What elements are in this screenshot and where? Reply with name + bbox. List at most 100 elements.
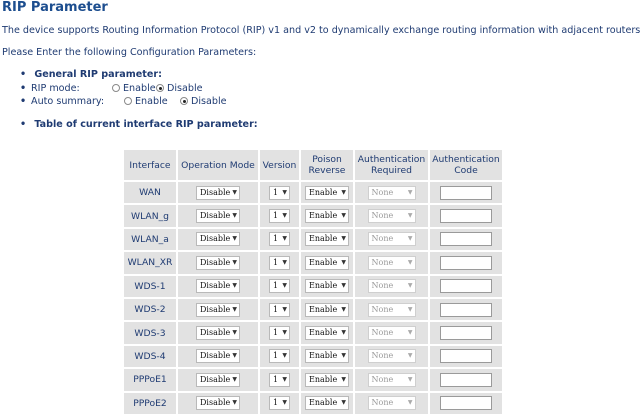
auth-required-select[interactable]: None ▼ [367,279,416,294]
auth-code-input[interactable] [440,349,492,364]
poison-reverse-select[interactable]: Enable ▼ [305,302,349,317]
auth-code-input[interactable] [440,396,492,411]
rip-mode-enable-radio[interactable] [112,84,120,92]
interface-name: WLAN_XR [127,257,173,269]
operation-mode-select[interactable]: Disable ▼ [196,372,240,387]
auth-required-select[interactable]: None ▼ [367,326,416,341]
operation-mode-select[interactable]: Disable ▼ [196,185,240,200]
auto-summary-disable-option[interactable]: Disable [180,96,227,107]
interface-name: WDS-4 [134,350,166,362]
chevron-down-icon: ▼ [282,305,287,313]
poison-reverse-select[interactable]: Enable ▼ [305,396,349,411]
chevron-down-icon: ▼ [232,375,237,383]
chevron-down-icon: ▼ [341,235,346,243]
poison-reverse-select[interactable]: Enable ▼ [305,255,349,270]
version-cell: 1 ▼ [260,392,299,414]
chevron-down-icon: ▼ [341,282,346,290]
chevron-down-icon: ▼ [341,305,346,313]
version-select[interactable]: 1 ▼ [269,372,290,387]
version-select[interactable]: 1 ▼ [269,185,290,200]
rip-mode-enable-option[interactable]: Enable [112,83,156,94]
auth-code-cell [430,322,502,344]
auth-required-select[interactable]: None ▼ [367,185,416,200]
operation-mode-select[interactable]: Disable ▼ [196,302,240,317]
operation-mode-select[interactable]: Disable ▼ [196,326,240,341]
auth-code-input[interactable] [440,209,492,224]
auth-code-input[interactable] [440,232,492,247]
operation-mode-select[interactable]: Disable ▼ [196,349,240,364]
poison-reverse-select[interactable]: Enable ▼ [305,232,349,247]
auth-code-input[interactable] [440,302,492,317]
operation-mode-cell: Disable ▼ [178,228,258,251]
auth-required-select[interactable]: None ▼ [367,232,416,247]
version-select[interactable]: 1 ▼ [269,279,290,294]
version-select[interactable]: 1 ▼ [269,349,290,364]
operation-mode-cell: Disable ▼ [178,275,258,297]
auth-code-cell [430,345,502,368]
auth-required-cell: None ▼ [355,369,428,391]
chevron-down-icon: ▼ [407,235,413,243]
auth-required-cell: None ▼ [355,228,428,251]
interface-name: WDS-1 [134,280,166,292]
version-cell: 1 ▼ [260,252,299,274]
interface-name-cell: WAN [124,182,176,204]
version-cell: 1 ▼ [260,275,299,297]
col-operation-mode: Operation Mode [178,150,258,180]
auth-code-input[interactable] [440,372,492,387]
version-select[interactable]: 1 ▼ [269,302,290,317]
chevron-down-icon: ▼ [232,305,237,313]
auth-required-select[interactable]: None ▼ [367,255,416,270]
poison-reverse-select[interactable]: Enable ▼ [305,349,349,364]
auth-required-select[interactable]: None ▼ [367,372,416,387]
general-rip-heading: General RIP parameter: [20,69,162,80]
auth-code-input[interactable] [440,255,492,270]
auto-summary-enable-radio[interactable] [124,97,132,105]
interface-name: WDS-2 [134,304,166,316]
operation-mode-cell: Disable ▼ [178,322,258,344]
poison-reverse-select[interactable]: Enable ▼ [305,185,349,200]
operation-mode-select[interactable]: Disable ▼ [196,255,240,270]
chevron-down-icon: ▼ [232,258,237,266]
rip-mode-disable-radio[interactable] [156,84,164,92]
operation-mode-select[interactable]: Disable ▼ [196,279,240,294]
version-select[interactable]: 1 ▼ [269,232,290,247]
auth-required-cell: None ▼ [355,345,428,368]
auth-code-input[interactable] [440,185,492,200]
version-select[interactable]: 1 ▼ [269,326,290,341]
chevron-down-icon: ▼ [341,188,346,196]
auto-summary-enable-option[interactable]: Enable [124,96,168,107]
version-select[interactable]: 1 ▼ [269,209,290,224]
operation-mode-cell: Disable ▼ [178,298,258,321]
version-select[interactable]: 1 ▼ [269,396,290,411]
chevron-down-icon: ▼ [282,258,287,266]
interface-name: WDS-3 [134,327,166,339]
poison-reverse-cell: Enable ▼ [301,369,353,391]
auth-required-cell: None ▼ [355,298,428,321]
general-rip-heading-label: General RIP parameter: [34,69,162,80]
poison-reverse-select[interactable]: Enable ▼ [305,372,349,387]
rip-mode-disable-option[interactable]: Disable [156,83,203,94]
chevron-down-icon: ▼ [407,329,413,337]
auto-summary-disable-radio[interactable] [180,97,188,105]
operation-mode-select[interactable]: Disable ▼ [196,209,240,224]
auth-required-select[interactable]: None ▼ [367,349,416,364]
chevron-down-icon: ▼ [282,399,287,407]
auth-required-select[interactable]: None ▼ [367,209,416,224]
operation-mode-select[interactable]: Disable ▼ [196,396,240,411]
table-row: PPPoE1 Disable ▼ 1 ▼ Enable ▼ None ▼ [124,369,502,391]
instruction-text: Please Enter the following Configuration… [2,47,257,58]
auth-required-select[interactable]: None ▼ [367,302,416,317]
chevron-down-icon: ▼ [341,352,346,360]
auto-summary-label: Auto summary: [20,96,104,107]
version-select[interactable]: 1 ▼ [269,255,290,270]
operation-mode-select[interactable]: Disable ▼ [196,232,240,247]
page-title: RIP Parameter [2,0,108,15]
auth-code-input[interactable] [440,279,492,294]
chevron-down-icon: ▼ [282,352,287,360]
auth-required-select[interactable]: None ▼ [367,396,416,411]
auth-code-input[interactable] [440,326,492,341]
poison-reverse-select[interactable]: Enable ▼ [305,279,349,294]
version-cell: 1 ▼ [260,345,299,368]
poison-reverse-select[interactable]: Enable ▼ [305,209,349,224]
poison-reverse-select[interactable]: Enable ▼ [305,326,349,341]
